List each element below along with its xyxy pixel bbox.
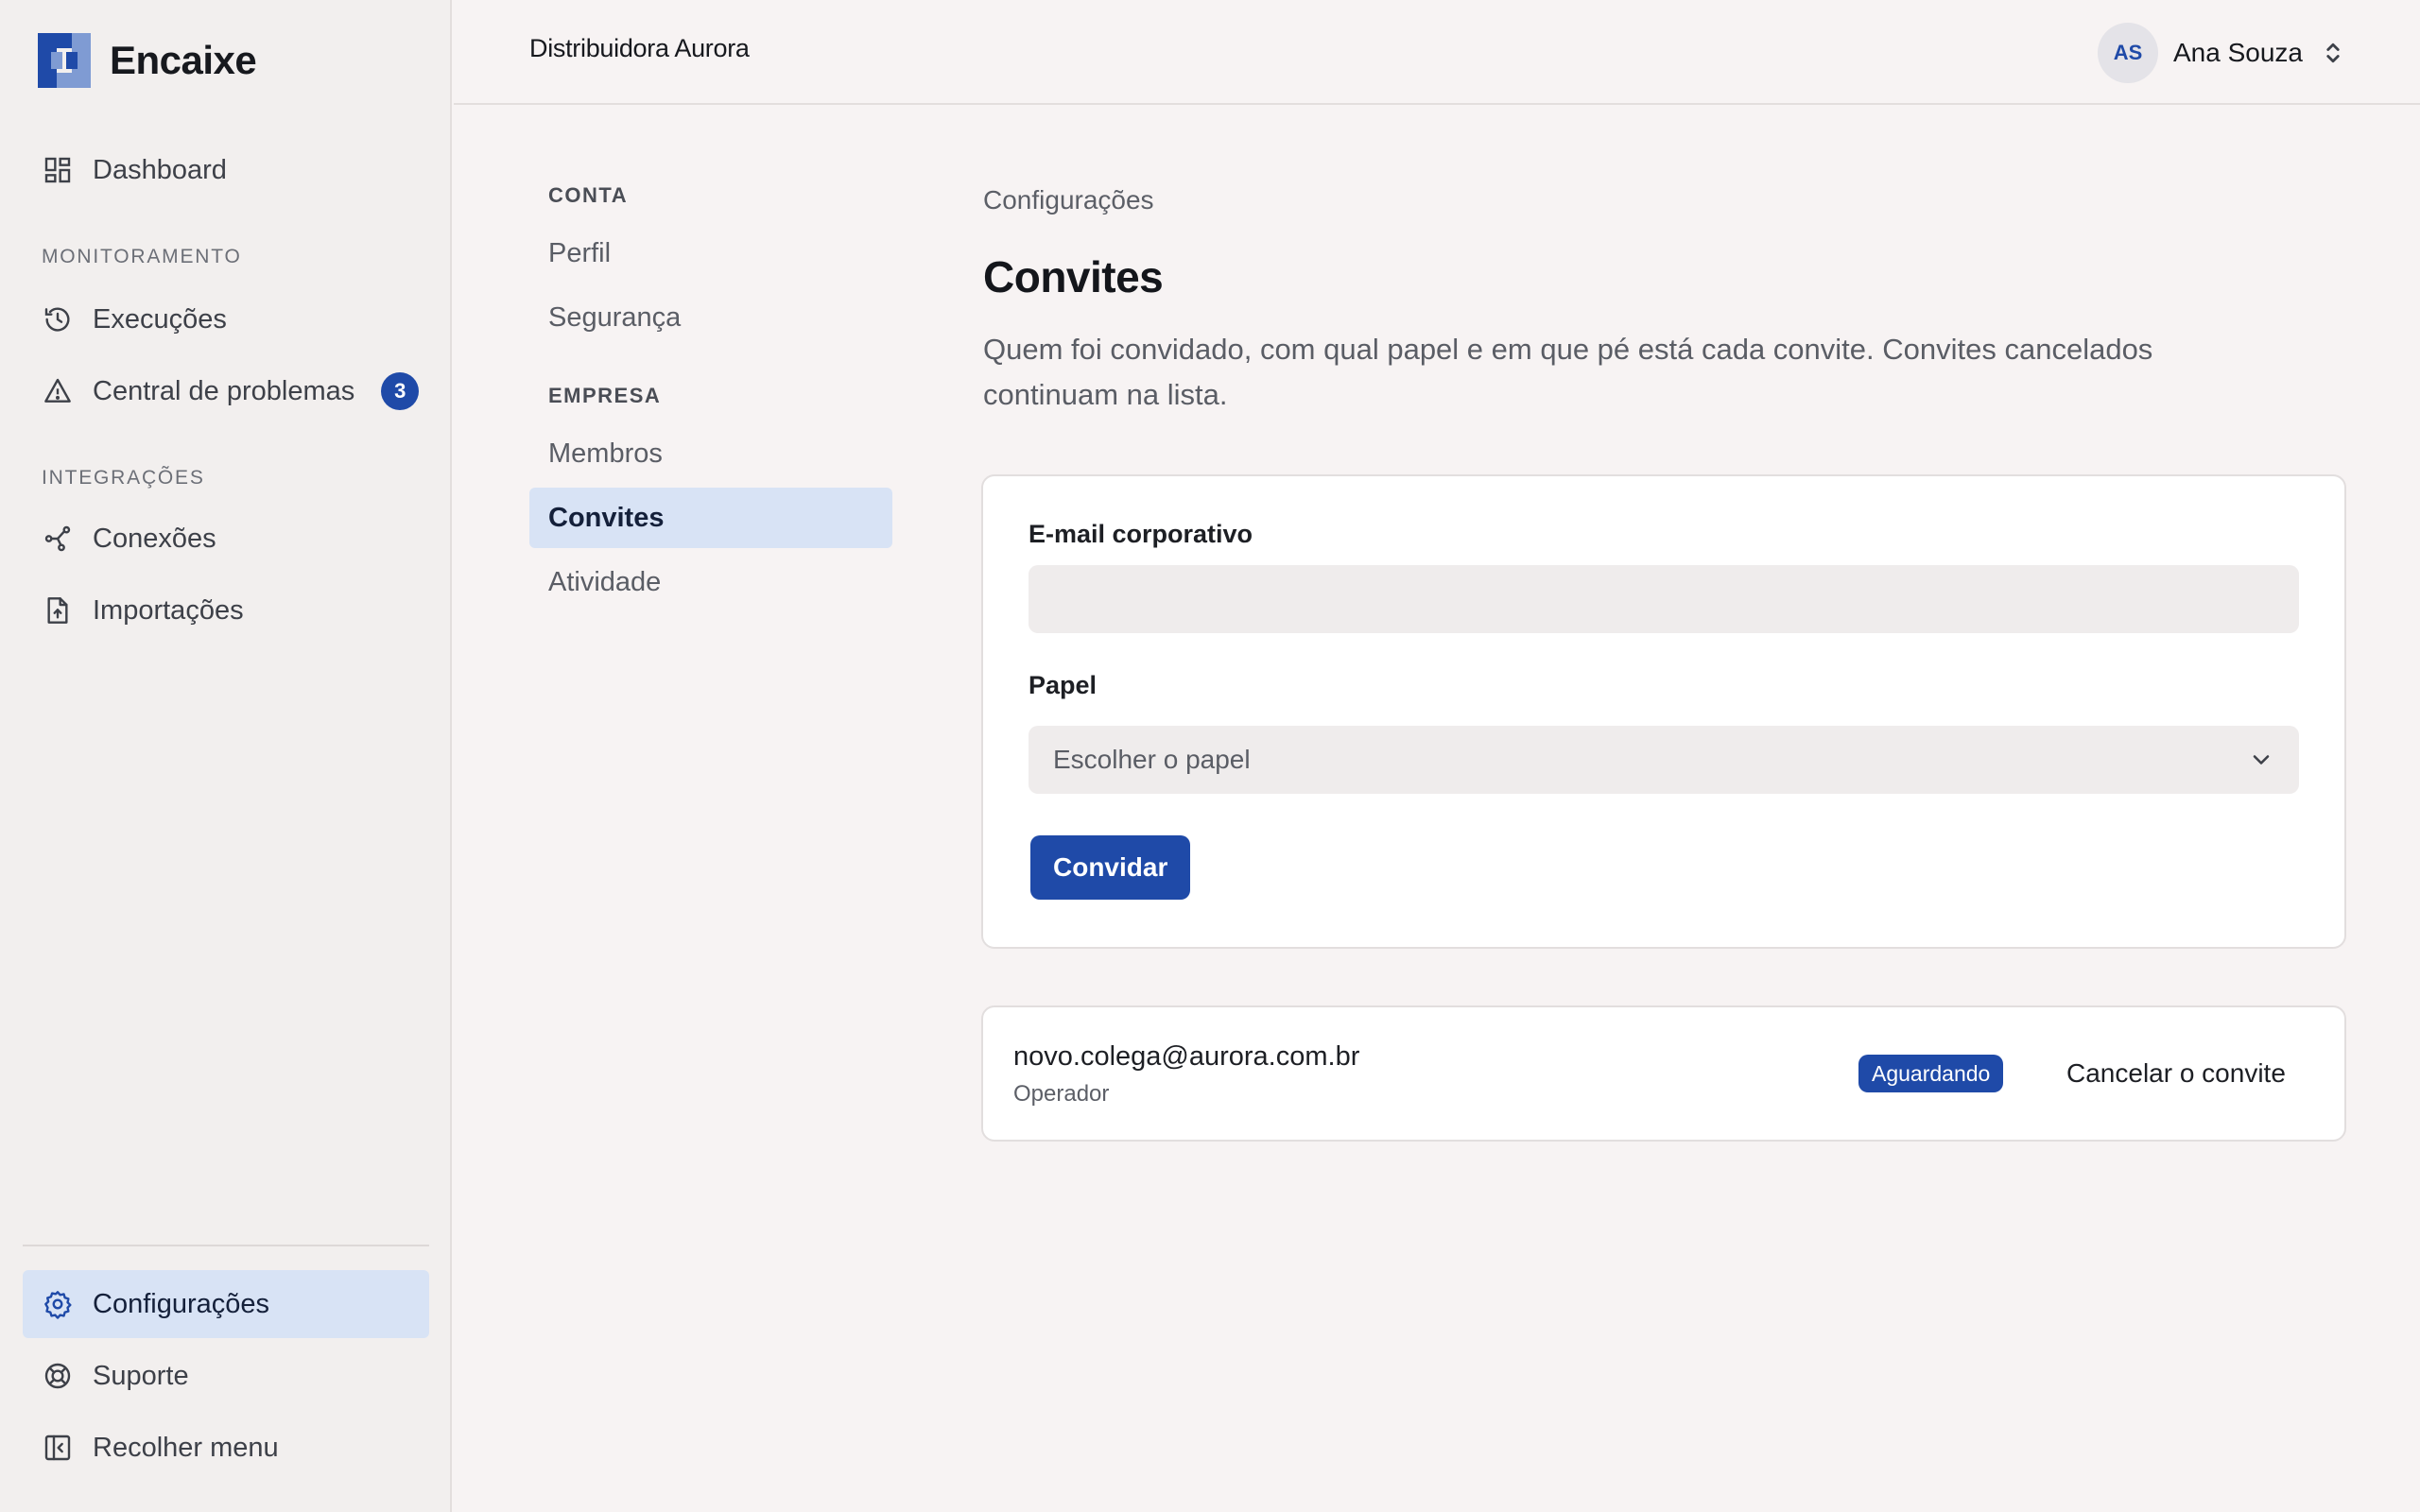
user-name: Ana Souza bbox=[2173, 38, 2303, 67]
user-menu[interactable]: AS Ana Souza bbox=[2098, 23, 2344, 83]
gear-icon bbox=[42, 1288, 74, 1320]
chevron-down-icon bbox=[2253, 755, 2270, 765]
subnav-item-activity[interactable]: Atividade bbox=[529, 552, 892, 612]
organization-name[interactable]: Distribuidora Aurora bbox=[529, 34, 750, 63]
encaixe-logo-icon bbox=[38, 33, 91, 88]
sidebar: Encaixe Dashboard MONITORAMENTO Execuçõe… bbox=[0, 0, 452, 1512]
sidebar-item-label: Conexões bbox=[93, 523, 216, 554]
history-icon bbox=[42, 303, 74, 335]
page-title: Convites bbox=[983, 252, 1164, 301]
subnav-section-company: EMPRESA bbox=[548, 384, 662, 407]
brand[interactable]: Encaixe bbox=[38, 32, 257, 89]
subnav-item-invites[interactable]: Convites bbox=[529, 488, 892, 548]
lifebuoy-icon bbox=[42, 1360, 74, 1392]
topbar: Distribuidora Aurora AS Ana Souza bbox=[454, 0, 2420, 105]
subnav-item-members[interactable]: Membros bbox=[529, 423, 892, 484]
connections-icon bbox=[42, 523, 74, 555]
sidebar-item-dashboard[interactable]: Dashboard bbox=[23, 136, 429, 204]
sidebar-item-settings[interactable]: Configurações bbox=[23, 1270, 429, 1338]
invite-form-card: E-mail corporativo Papel Escolher o pape… bbox=[981, 474, 2346, 949]
email-label: E-mail corporativo bbox=[1028, 520, 1253, 548]
page-description: Quem foi convidado, com qual papel e em … bbox=[983, 333, 2153, 411]
breadcrumb[interactable]: Configurações bbox=[983, 185, 1154, 215]
invite-role: Operador bbox=[1013, 1081, 1110, 1107]
brand-name: Encaixe bbox=[110, 38, 257, 82]
subnav-item-security[interactable]: Segurança bbox=[529, 287, 892, 348]
sidebar-item-label: Recolher menu bbox=[93, 1432, 279, 1463]
sidebar-section-monitoring: MONITORAMENTO bbox=[42, 246, 242, 267]
sidebar-item-support[interactable]: Suporte bbox=[23, 1342, 429, 1410]
role-select-placeholder: Escolher o papel bbox=[1053, 745, 1251, 774]
invite-button[interactable]: Convidar bbox=[1030, 835, 1191, 900]
sidebar-item-problems[interactable]: Central de problemas 3 bbox=[23, 357, 429, 425]
subnav-section-account: CONTA bbox=[548, 183, 629, 207]
problems-count-badge: 3 bbox=[381, 372, 420, 410]
subnav-item-profile[interactable]: Perfil bbox=[529, 223, 892, 284]
sidebar-item-executions[interactable]: Execuções bbox=[23, 285, 429, 353]
sidebar-item-imports[interactable]: Importações bbox=[23, 576, 429, 644]
sidebar-divider bbox=[23, 1245, 429, 1246]
sidebar-item-label: Importações bbox=[93, 594, 244, 626]
warning-icon bbox=[42, 375, 74, 407]
sidebar-item-collapse[interactable]: Recolher menu bbox=[23, 1414, 429, 1482]
sidebar-section-integrations: INTEGRAÇÕES bbox=[42, 467, 205, 489]
cancel-invite-button[interactable]: Cancelar o convite bbox=[2066, 1053, 2286, 1094]
file-upload-icon bbox=[42, 594, 74, 627]
sidebar-item-connections[interactable]: Conexões bbox=[23, 505, 429, 573]
role-label: Papel bbox=[1028, 671, 1098, 699]
chevron-up-down-icon bbox=[2322, 40, 2344, 66]
collapse-sidebar-icon bbox=[42, 1432, 74, 1464]
sidebar-item-label: Dashboard bbox=[93, 154, 227, 185]
sidebar-item-label: Suporte bbox=[93, 1360, 189, 1391]
role-select[interactable]: Escolher o papel bbox=[1028, 726, 2299, 794]
sidebar-item-label: Execuções bbox=[93, 303, 227, 335]
email-field[interactable] bbox=[1028, 565, 2299, 633]
sidebar-item-label: Central de problemas bbox=[93, 375, 355, 406]
invite-email: novo.colega@aurora.com.br bbox=[1013, 1041, 1360, 1072]
dashboard-icon bbox=[42, 154, 74, 186]
status-badge: Aguardando bbox=[1858, 1055, 2004, 1092]
sidebar-item-label: Configurações bbox=[93, 1288, 269, 1319]
avatar: AS bbox=[2098, 23, 2158, 83]
invite-list-item: novo.colega@aurora.com.br Operador Aguar… bbox=[981, 1005, 2346, 1142]
